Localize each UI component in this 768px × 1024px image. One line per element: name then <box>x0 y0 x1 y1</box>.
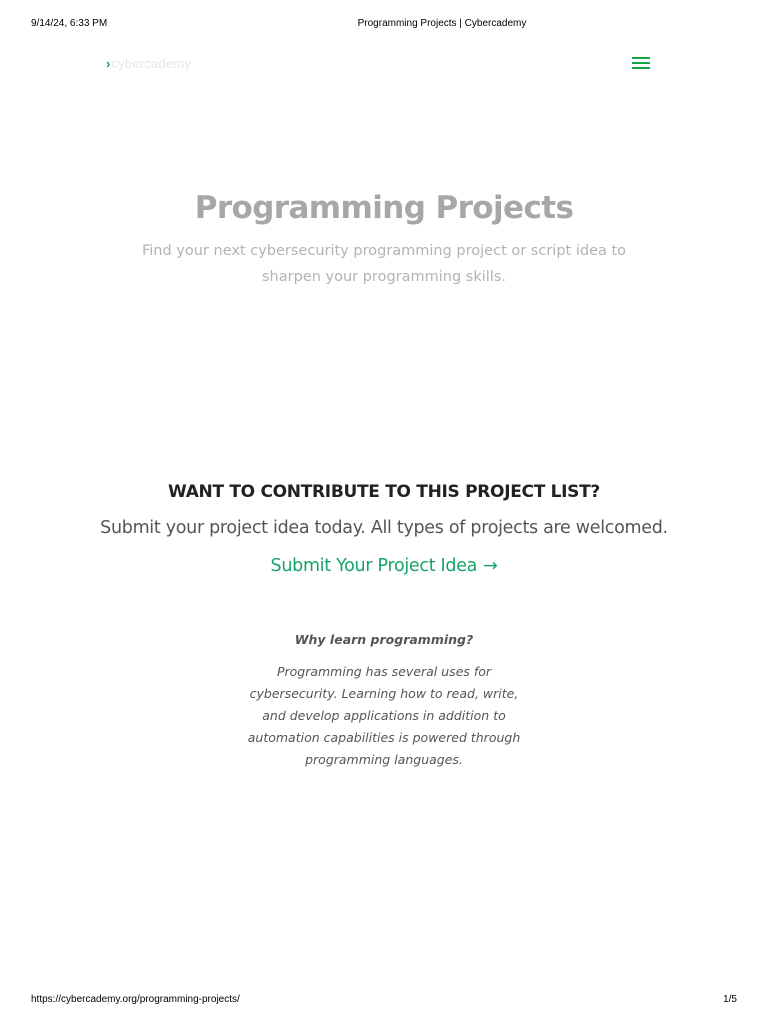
hero-section: Programming Projects Find your next cybe… <box>0 190 768 290</box>
page-title: Programming Projects <box>194 190 574 226</box>
hamburger-icon[interactable] <box>632 57 650 71</box>
print-page-title: Programming Projects | Cybercademy <box>357 18 527 29</box>
page-subtitle: Find your next cybersecurity programming… <box>141 243 627 285</box>
navbar: ›cybercademy <box>0 52 768 78</box>
site-logo[interactable]: ›cybercademy <box>106 56 191 71</box>
submit-project-idea-link[interactable]: Submit Your Project Idea → <box>271 556 498 576</box>
contribute-section: WANT TO CONTRIBUTE TO THIS PROJECT LIST?… <box>0 482 768 576</box>
print-footer: https://cybercademy.org/programming-proj… <box>0 994 768 1008</box>
contribute-subtext: Submit your project idea today. All type… <box>100 518 668 538</box>
print-page-number: 1/5 <box>723 994 737 1005</box>
logo-chevron-icon: › <box>106 56 111 71</box>
submit-project-idea-label: Submit Your Project Idea <box>270 556 478 576</box>
logo-text: cybercademy <box>111 56 192 71</box>
why-learn-heading: Why learn programming? <box>294 632 474 647</box>
arrow-right-icon: → <box>483 556 498 576</box>
print-header: 9/14/24, 6:33 PM Programming Projects | … <box>0 18 768 32</box>
print-url: https://cybercademy.org/programming-proj… <box>31 994 240 1005</box>
contribute-heading: WANT TO CONTRIBUTE TO THIS PROJECT LIST? <box>168 482 600 502</box>
why-learn-section: Why learn programming? Programming has s… <box>0 632 768 771</box>
why-learn-body: Programming has several uses for cyberse… <box>247 664 521 767</box>
